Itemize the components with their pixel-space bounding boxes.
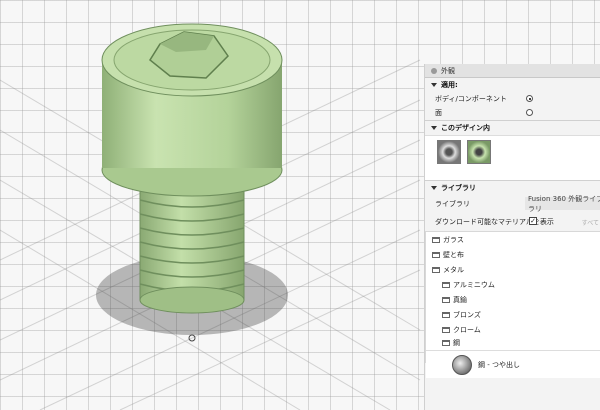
material-label: 鋼 - つや出し <box>478 360 520 369</box>
apply-option-face[interactable]: 面 <box>425 106 600 120</box>
collapse-arrow-icon[interactable] <box>431 126 437 130</box>
downloadable-checkbox[interactable]: ✓ <box>529 217 537 225</box>
folder-icon <box>442 340 450 346</box>
tree-label: ガラス <box>443 236 464 244</box>
in-design-title: このデザイン内 <box>441 124 490 132</box>
folder-icon <box>442 327 450 333</box>
radio-body-component[interactable] <box>526 95 533 102</box>
tree-label: 鋼 <box>453 339 460 347</box>
origin-icon <box>188 334 196 342</box>
tree-label: ブロンズ <box>453 311 481 319</box>
apply-option-label: 面 <box>435 109 442 117</box>
collapse-arrow-icon[interactable] <box>431 186 437 190</box>
tree-label: クローム <box>453 326 481 334</box>
all-filter[interactable]: すべて <box>582 218 599 227</box>
tree-item-bronze[interactable]: ブロンズ <box>442 309 481 321</box>
apply-section-title: 適用: <box>441 81 458 89</box>
apply-section: 適用: ボディ/コンポーネント 面 <box>425 78 600 121</box>
tree-label: 壁と布 <box>443 251 464 259</box>
library-section: ライブラリ ライブラリ Fusion 360 外観ライブラリ ダウンロード可能な… <box>425 181 600 378</box>
library-select-row: ライブラリ Fusion 360 外観ライブラリ <box>425 195 600 213</box>
downloadable-row: ダウンロード可能なマテリアルを表示 ✓ すべて <box>425 213 600 231</box>
material-tree: ガラス 壁と布 メタル アルミニウム 真鍮 ブロンズ クローム 鋼 鋼 - つや… <box>425 231 600 378</box>
collapse-arrow-icon[interactable] <box>431 83 437 87</box>
chrome-swatch[interactable] <box>437 140 461 164</box>
in-design-section-header[interactable]: このデザイン内 <box>425 121 600 135</box>
tree-item-aluminum[interactable]: アルミニウム <box>442 279 495 291</box>
tree-label: メタル <box>443 266 464 274</box>
apply-option-label: ボディ/コンポーネント <box>435 95 507 103</box>
appearance-panel: 外観 適用: ボディ/コンポーネント 面 このデザイン内 ライブラリ ライブラリ… <box>424 64 600 410</box>
folder-icon <box>432 267 440 273</box>
panel-title: 外観 <box>441 66 455 75</box>
swatch-area <box>425 135 600 180</box>
material-thumbnail <box>452 354 472 375</box>
apply-option-body[interactable]: ボディ/コンポーネント <box>425 92 600 106</box>
material-item-steel-polished[interactable]: 鋼 - つや出し <box>426 350 600 378</box>
library-dropdown[interactable]: Fusion 360 外観ライブラリ <box>525 195 600 213</box>
library-label: ライブラリ <box>435 200 470 208</box>
in-design-section: このデザイン内 <box>425 121 600 181</box>
bolt-model[interactable] <box>0 0 424 410</box>
folder-icon <box>432 252 440 258</box>
tree-label: アルミニウム <box>453 281 495 289</box>
panel-title-bar[interactable]: 外観 <box>425 64 600 78</box>
tree-item-glass[interactable]: ガラス <box>432 234 464 246</box>
tree-label: 真鍮 <box>453 296 467 304</box>
radio-face[interactable] <box>526 109 533 116</box>
tree-item-wall-cloth[interactable]: 壁と布 <box>432 249 464 261</box>
tree-item-metal[interactable]: メタル <box>432 264 464 276</box>
folder-icon <box>432 237 440 243</box>
tree-item-steel[interactable]: 鋼 <box>442 337 460 349</box>
folder-icon <box>442 282 450 288</box>
folder-icon <box>442 297 450 303</box>
library-title: ライブラリ <box>441 184 476 192</box>
folder-icon <box>442 312 450 318</box>
green-swatch[interactable] <box>467 140 491 164</box>
tree-item-brass[interactable]: 真鍮 <box>442 294 467 306</box>
panel-status-icon[interactable] <box>431 67 437 74</box>
apply-section-header[interactable]: 適用: <box>425 78 600 92</box>
tree-item-chrome[interactable]: クローム <box>442 324 481 336</box>
